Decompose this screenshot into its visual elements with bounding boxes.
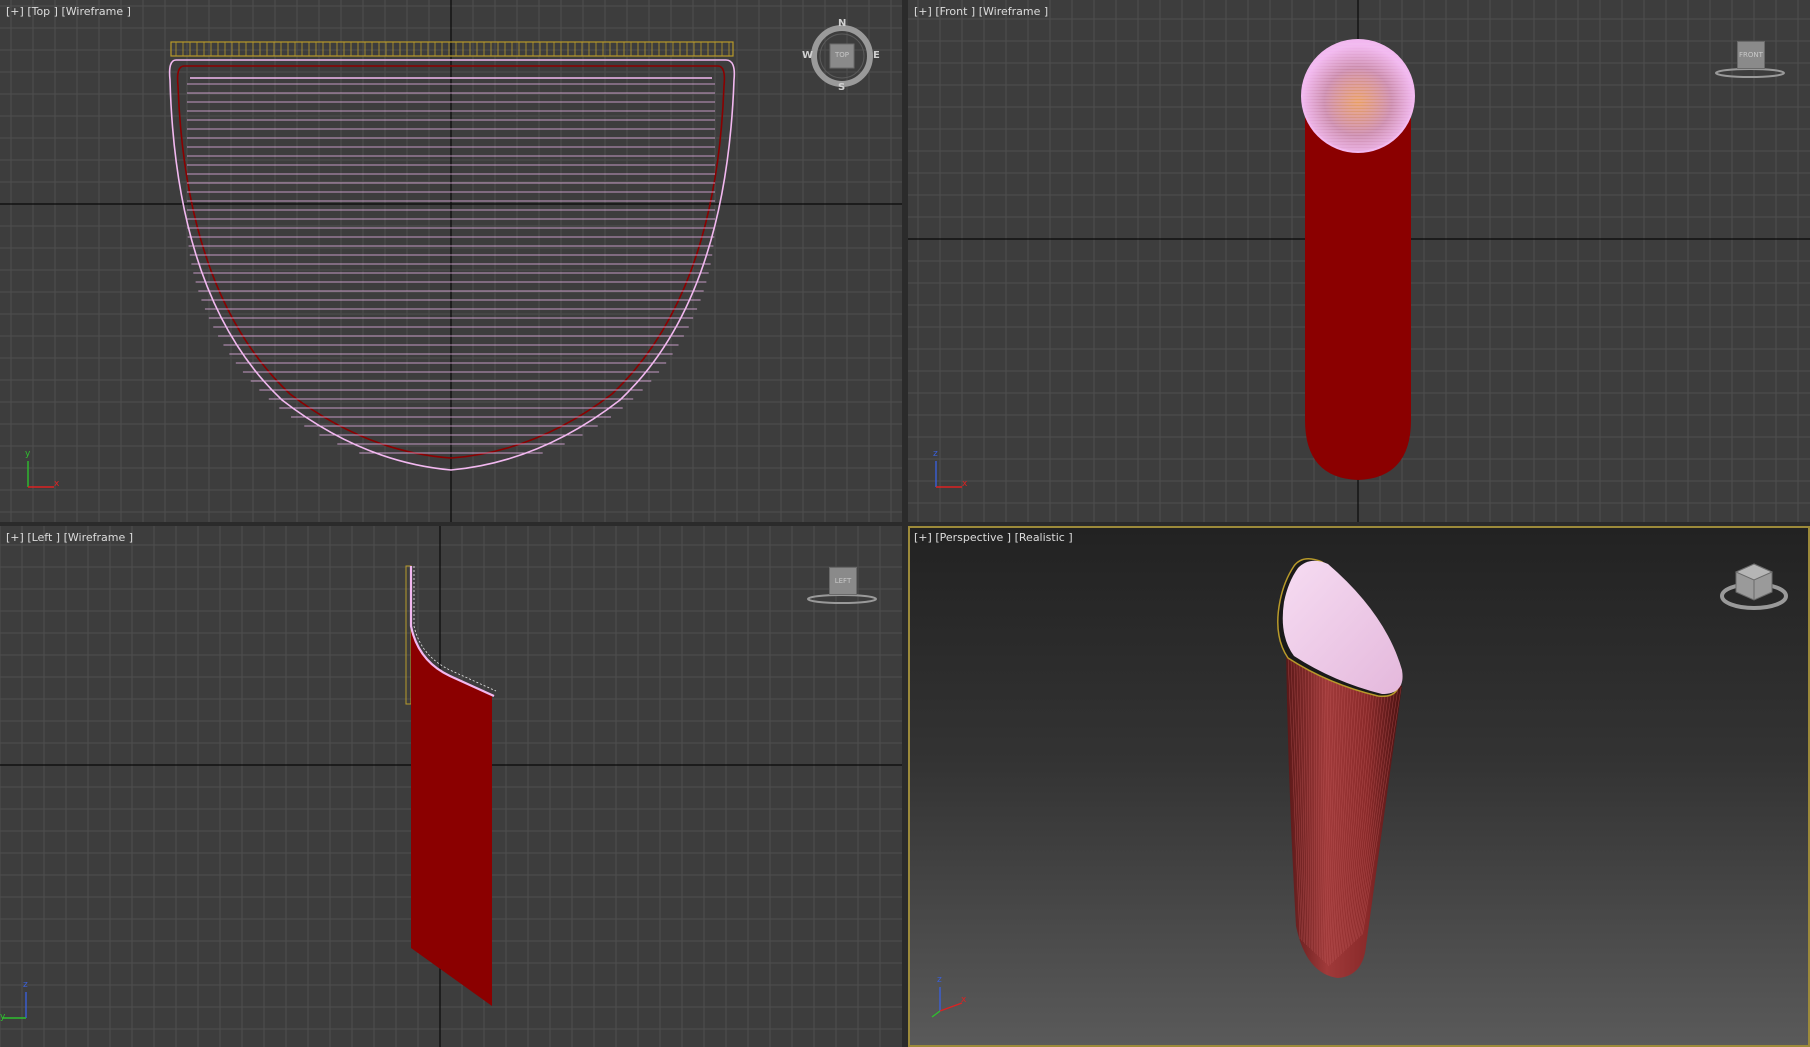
viewport-menu-plus[interactable]: [+] [914, 5, 932, 18]
viewcube-perspective[interactable] [1718, 558, 1790, 614]
viewport-menu-plus[interactable]: [+] [6, 531, 24, 544]
axis-label-z: z [23, 980, 28, 990]
viewcube-face[interactable]: FRONT [1737, 41, 1765, 69]
compass-cube-label: TOP [834, 51, 849, 59]
viewcube-compass-top[interactable]: TOP N S E W [802, 18, 880, 93]
compass-west: W [802, 50, 814, 61]
viewcube-left[interactable]: LEFT [806, 564, 878, 608]
viewport-perspective[interactable]: [+] [Perspective ] [Realistic ] z x [908, 526, 1810, 1047]
viewport-shading-mode[interactable]: [Wireframe ] [61, 5, 130, 18]
axis-label-y: y [25, 449, 31, 459]
viewport-left[interactable]: [+] [Left ] [Wireframe ] LEFT z y [0, 526, 902, 1047]
axis-tripod-top: y x [20, 449, 60, 495]
viewcube-face[interactable]: LEFT [829, 567, 857, 595]
axis-tripod-left: z y [0, 980, 40, 1026]
axis-label-z: z [937, 975, 942, 985]
viewport-shading-mode[interactable]: [Wireframe ] [979, 5, 1048, 18]
axis-label-y: y [0, 1012, 6, 1022]
compass-north: N [838, 18, 847, 29]
axis-label-x: x [54, 479, 60, 489]
axis-label-z: z [933, 449, 938, 459]
compass-east: E [873, 50, 880, 61]
viewport-label-left: [+] [Left ] [Wireframe ] [6, 531, 133, 544]
axis-tripod-front: z x [928, 449, 968, 495]
viewport-view-name[interactable]: [Perspective ] [935, 531, 1011, 544]
front-object [1301, 39, 1415, 480]
viewport-view-name[interactable]: [Top ] [27, 5, 58, 18]
perspective-object [1277, 558, 1403, 978]
compass-south: S [838, 82, 846, 93]
viewport-menu-plus[interactable]: [+] [914, 531, 932, 544]
viewport-label-top: [+] [Top ] [Wireframe ] [6, 5, 131, 18]
viewport-shading-mode[interactable]: [Wireframe ] [64, 531, 133, 544]
viewport-view-name[interactable]: [Left ] [27, 531, 60, 544]
left-object [405, 565, 497, 1006]
viewport-label-front: [+] [Front ] [Wireframe ] [914, 5, 1048, 18]
axis-label-x: x [962, 479, 968, 489]
viewport-view-name[interactable]: [Front ] [935, 5, 975, 18]
viewport-front[interactable]: [+] [Front ] [Wireframe ] FRONT z x [908, 0, 1810, 522]
selection-bracket [170, 41, 734, 57]
viewport-shading-mode[interactable]: [Realistic ] [1015, 531, 1073, 544]
axis-label-x: x [961, 995, 967, 1005]
viewport-menu-plus[interactable]: [+] [6, 5, 24, 18]
viewport-top[interactable]: [+] [Top ] [Wireframe ] TOP N S E W y x [0, 0, 902, 522]
viewcube-front[interactable]: FRONT [1714, 38, 1786, 82]
axis-tripod-perspective: z x [928, 975, 968, 1021]
viewport-label-perspective: [+] [Perspective ] [Realistic ] [914, 531, 1073, 544]
top-object-wireframe [168, 41, 736, 471]
